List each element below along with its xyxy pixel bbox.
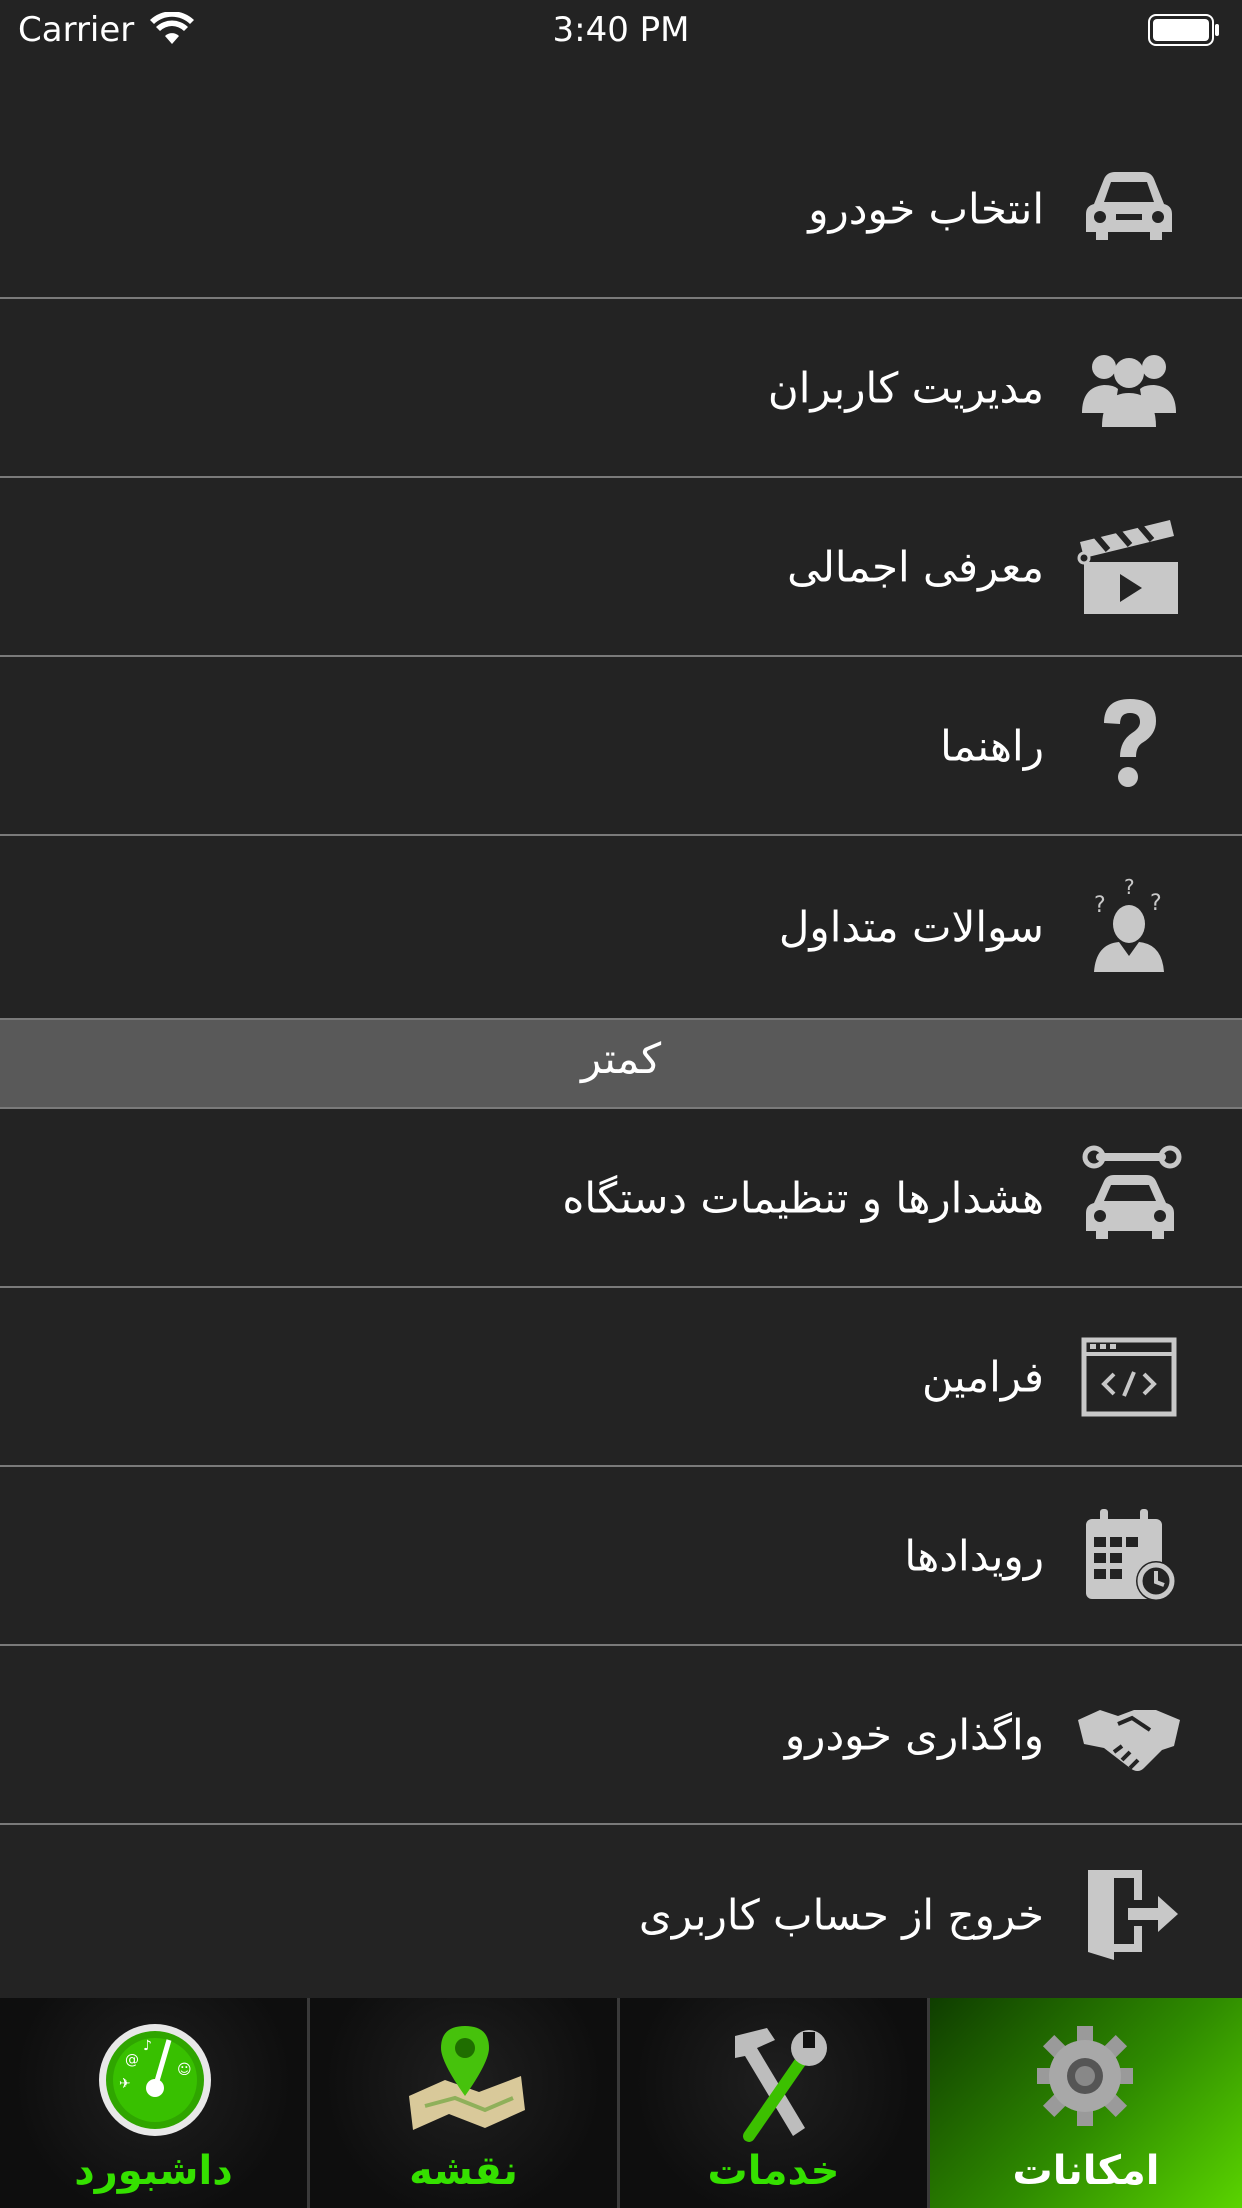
menu-item-label: خروج از حساب کاربری [638,1890,1044,1939]
tab-dashboard[interactable]: @ ♪ ☺ ✈ داشبورد [0,1998,310,2208]
menu-item-events[interactable]: رویدادها [0,1467,1242,1646]
status-bar: Carrier 3:40 PM [0,0,1242,60]
map-pin-icon [395,2018,535,2148]
tab-services[interactable]: خدمات [620,1998,930,2208]
menu-item-label: رویدادها [904,1531,1044,1580]
tab-label: داشبورد [74,2148,233,2194]
svg-text:@: @ [125,2052,139,2068]
svg-text:☺: ☺ [177,2062,192,2078]
svg-text:♪: ♪ [143,2038,152,2054]
tab-map[interactable]: نقشه [310,1998,620,2208]
clock: 3:40 PM [552,10,690,50]
menu-item-label: انتخاب خودرو [808,184,1044,233]
gear-icon [1015,2018,1155,2148]
battery-icon [1148,14,1220,46]
menu-item-user-management[interactable]: مدیریت کاربران [0,299,1242,478]
svg-text:✈: ✈ [119,2076,131,2092]
menu-item-introduction[interactable]: معرفی اجمالی [0,478,1242,657]
tab-label: خدمات [707,2148,840,2194]
menu-item-label: مدیریت کاربران [767,363,1044,412]
menu-item-alerts-settings[interactable]: هشدارها و تنظیمات دستگاه [0,1109,1242,1288]
tab-features[interactable]: امکانات [930,1998,1242,2208]
menu-item-label: سوالات متداول [778,902,1044,952]
menu-item-label: راهنما [940,721,1044,770]
logout-door-icon [1074,1860,1184,1970]
question-icon [1074,691,1184,801]
section-header-less[interactable]: کمتر [0,1020,1242,1109]
tab-bar: @ ♪ ☺ ✈ داشبورد نقشه خدمات امکانات [0,1998,1242,2208]
menu-item-logout[interactable]: خروج از حساب کاربری [0,1825,1242,2004]
menu-item-label: فرامین [921,1352,1044,1401]
dashboard-gauge-icon: @ ♪ ☺ ✈ [85,2018,225,2148]
menu-item-help[interactable]: راهنما [0,657,1242,836]
menu-item-label: هشدارها و تنظیمات دستگاه [562,1173,1044,1222]
menu-item-label: معرفی اجمالی [787,542,1044,591]
faq-person-icon: ??? [1074,872,1184,982]
car-icon [1074,154,1184,264]
users-icon [1074,333,1184,443]
menu-item-transfer-car[interactable]: واگذاری خودرو [0,1646,1242,1825]
menu-item-commands[interactable]: فرامین [0,1288,1242,1467]
clapperboard-icon [1074,512,1184,622]
handshake-icon [1074,1680,1184,1790]
tools-icon [705,2018,845,2148]
menu-item-label: واگذاری خودرو [784,1710,1044,1759]
tab-label: نقشه [409,2148,518,2194]
svg-text:?: ? [1150,891,1162,916]
menu-item-faq[interactable]: سوالات متداول ??? [0,836,1242,1020]
svg-text:?: ? [1124,875,1135,899]
tab-label: امکانات [1012,2148,1160,2194]
calendar-clock-icon [1074,1501,1184,1611]
svg-text:?: ? [1094,893,1106,918]
car-wrench-icon [1074,1143,1184,1253]
menu-item-select-car[interactable]: انتخاب خودرو [0,120,1242,299]
code-window-icon [1074,1322,1184,1432]
